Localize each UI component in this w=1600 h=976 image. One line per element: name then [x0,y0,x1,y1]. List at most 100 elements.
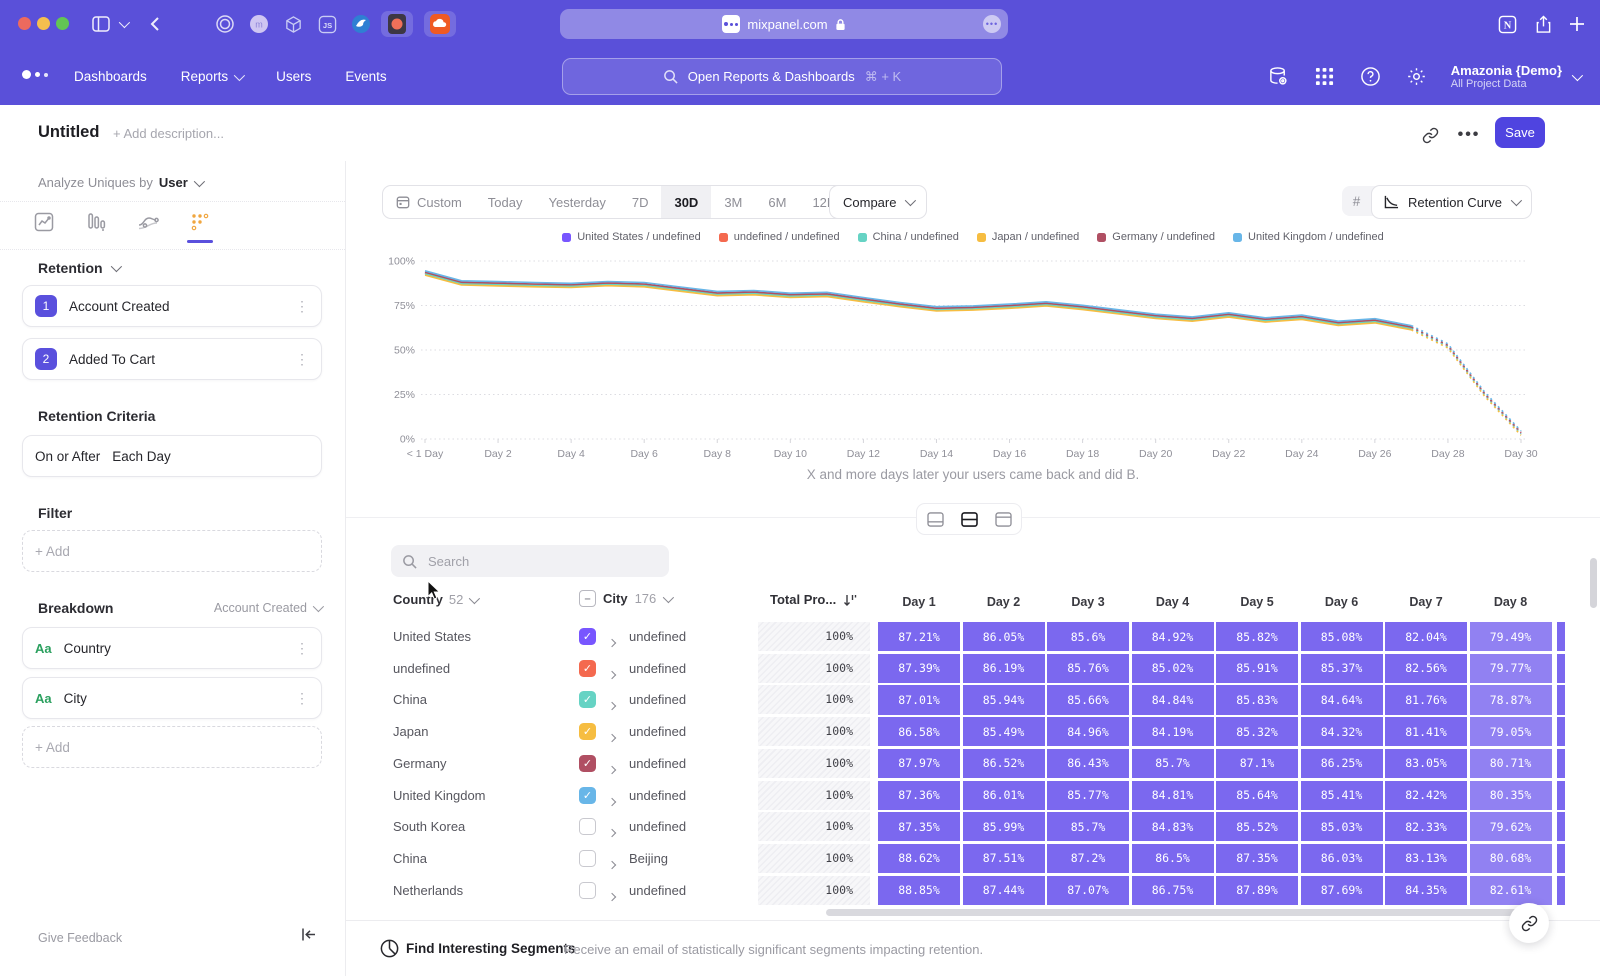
column-header-day-7[interactable]: Day 7 [1385,588,1467,616]
kebab-menu-icon[interactable]: ⋮ [295,690,309,707]
column-header-day-8[interactable]: Day 8 [1470,588,1552,616]
retention-cell[interactable]: 80.71% [1470,749,1552,778]
retention-cell[interactable]: 87.89% [1216,876,1298,905]
breakdown-scope-dropdown[interactable]: Account Created [214,601,321,615]
row-expand-icon[interactable] [609,887,615,905]
retention-cell[interactable]: 81.41% [1385,717,1467,746]
retention-cell[interactable]: 83.13% [1385,844,1467,873]
retention-cell[interactable]: 85.32% [1216,717,1298,746]
notion-icon[interactable]: N [1494,11,1520,37]
kebab-menu-icon[interactable]: ⋮ [295,298,309,315]
retention-cell[interactable]: 87.51% [963,844,1045,873]
copy-link-icon[interactable] [1417,122,1443,148]
legend-item[interactable]: United Kingdom / undefined [1233,231,1384,243]
row-city-label[interactable]: undefined [629,883,686,898]
retention-cell[interactable]: 79.49% [1470,622,1552,651]
retention-cell[interactable]: 86.19% [963,654,1045,683]
retention-cell[interactable]: 86.5% [1132,844,1214,873]
retention-cell[interactable]: 84.32% [1301,717,1383,746]
extension-claude-icon[interactable] [381,11,413,37]
column-header-day-1[interactable]: Day 1 [878,588,960,616]
chevron-down-icon[interactable] [116,11,130,37]
retention-line-chart[interactable]: 0%25%50%75%100%< 1 DayDay 2Day 4Day 6Day… [376,249,1566,467]
column-header-day-5[interactable]: Day 5 [1216,588,1298,616]
chart-type-dropdown[interactable]: Retention Curve [1371,185,1532,219]
select-all-checkbox[interactable]: – [579,590,596,607]
row-series-checkbox[interactable] [579,818,596,835]
range-30d[interactable]: 30D [661,186,711,218]
retention-cell[interactable]: 86.01% [963,781,1045,810]
retention-cell[interactable]: 78.87% [1470,685,1552,714]
criteria-card[interactable]: On or After Each Day [22,435,322,477]
retention-cell[interactable]: 84.83% [1132,812,1214,841]
row-expand-icon[interactable] [609,728,615,746]
retention-cell[interactable]: 85.82% [1216,622,1298,651]
add-filter-button[interactable]: + Add [22,530,322,572]
nav-link-dashboards[interactable]: Dashboards [74,69,147,84]
mixpanel-logo[interactable] [22,70,48,79]
horizontal-scrollbar[interactable] [826,909,1526,916]
extension-m-icon[interactable]: m [246,11,272,37]
share-icon[interactable] [1530,11,1556,37]
range-today[interactable]: Today [475,186,536,218]
row-country-label[interactable]: Japan [393,724,428,739]
retention-cell[interactable]: 86.25% [1301,749,1383,778]
column-header-day-4[interactable]: Day 4 [1132,588,1214,616]
retention-cell[interactable]: 82.61% [1470,876,1552,905]
add-description[interactable]: + Add description... [113,126,224,141]
layout-top-panel-button[interactable] [988,507,1018,531]
row-country-label[interactable]: China [393,692,427,707]
retention-cell[interactable]: 79.05% [1470,717,1552,746]
retention-cell[interactable]: 82.04% [1385,622,1467,651]
tab-flows[interactable] [134,207,162,237]
legend-item[interactable]: United States / undefined [562,231,701,243]
retention-cell[interactable]: 87.21% [878,622,960,651]
help-icon[interactable] [1359,65,1383,89]
retention-cell[interactable]: 79.62% [1470,812,1552,841]
row-series-checkbox[interactable]: ✓ [579,691,596,708]
retention-cell[interactable]: 86.52% [963,749,1045,778]
layout-split-button[interactable] [954,507,984,531]
retention-cell[interactable]: 85.76% [1047,654,1129,683]
nav-link-users[interactable]: Users [276,69,311,84]
retention-cell[interactable]: 85.02% [1132,654,1214,683]
global-search-button[interactable]: Open Reports & Dashboards ⌘ + K [562,58,1002,95]
retention-cell[interactable]: 87.2% [1047,844,1129,873]
row-country-label[interactable]: South Korea [393,819,465,834]
legend-item[interactable]: China / undefined [858,231,959,243]
row-city-label[interactable]: undefined [629,692,686,707]
retention-cell[interactable]: 79.77% [1470,654,1552,683]
retention-cell[interactable]: 85.77% [1047,781,1129,810]
retention-cell[interactable]: 87.39% [878,654,960,683]
row-country-label[interactable]: Germany [393,756,446,771]
step-card-added-to-cart[interactable]: 2 Added To Cart ⋮ [22,338,322,380]
range-7d[interactable]: 7D [619,186,662,218]
unit-absolute-button[interactable]: # [1342,186,1371,216]
address-bar[interactable]: mixpanel.com ••• [560,9,1008,39]
close-window-button[interactable] [18,17,31,30]
data-management-icon[interactable] [1267,65,1291,89]
retention-cell[interactable]: 84.81% [1132,781,1214,810]
retention-cell[interactable]: 85.94% [963,685,1045,714]
retention-cell[interactable]: 85.91% [1216,654,1298,683]
new-tab-icon[interactable] [1564,11,1590,37]
extension-target-icon[interactable] [212,11,238,37]
url-more-icon[interactable]: ••• [983,15,1001,33]
zoom-window-button[interactable] [56,17,69,30]
row-expand-icon[interactable] [609,665,615,683]
report-title[interactable]: Untitled [38,123,99,142]
row-city-label[interactable]: undefined [629,629,686,644]
retention-cell[interactable]: 87.35% [1216,844,1298,873]
breakdown-card-country[interactable]: Aa Country ⋮ [22,627,322,669]
kebab-menu-icon[interactable]: ⋮ [295,640,309,657]
retention-cell[interactable]: 82.33% [1385,812,1467,841]
retention-cell[interactable]: 84.96% [1047,717,1129,746]
retention-cell[interactable]: 86.58% [878,717,960,746]
row-city-label[interactable]: undefined [629,724,686,739]
column-header-country[interactable]: Country 52 [393,592,477,607]
kebab-menu-icon[interactable]: ⋮ [295,351,309,368]
table-search-input[interactable] [426,553,630,570]
row-country-label[interactable]: Netherlands [393,883,463,898]
extension-bird-icon[interactable] [348,11,374,37]
range-custom[interactable]: Custom [383,186,475,218]
